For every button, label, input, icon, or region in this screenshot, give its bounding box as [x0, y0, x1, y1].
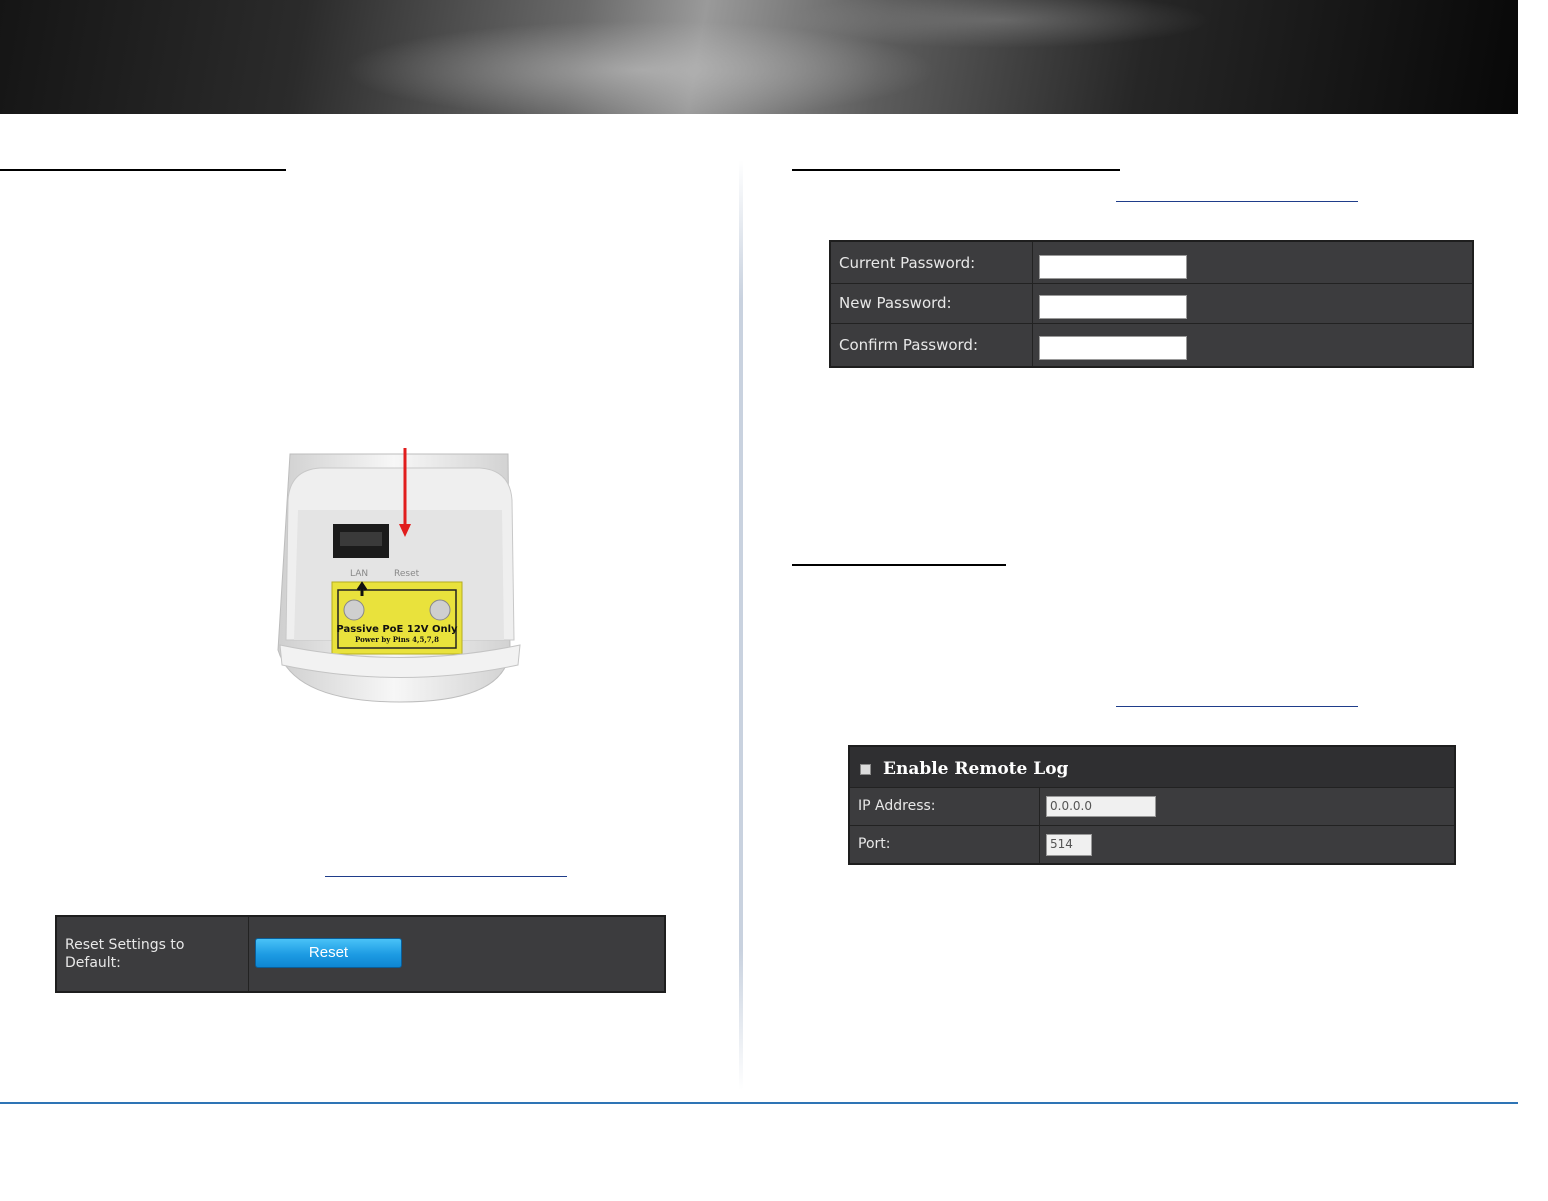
ip-address-label: IP Address: [850, 787, 1040, 825]
port-input[interactable]: 514 [1046, 834, 1092, 856]
current-password-row: Current Password: [831, 242, 1472, 284]
left-heading-underline [0, 169, 286, 171]
reset-button[interactable]: Reset [255, 938, 402, 968]
port-row: Port: 514 [850, 825, 1454, 863]
new-password-row: New Password: [831, 283, 1472, 324]
reset-port-label: Reset [394, 569, 420, 579]
sticker-line1: Passive PoE 12V Only [336, 624, 458, 635]
enable-remote-log-row: Enable Remote Log [850, 747, 1454, 788]
current-password-input[interactable] [1039, 255, 1187, 279]
left-link-underline [325, 876, 567, 877]
new-password-label: New Password: [831, 283, 1033, 323]
ip-address-row: IP Address: 0.0.0.0 [850, 787, 1454, 826]
confirm-password-row: Confirm Password: [831, 323, 1472, 366]
change-password-panel: Current Password: New Password: Confirm … [829, 240, 1474, 368]
current-password-label: Current Password: [831, 242, 1033, 283]
footer-rule [0, 1102, 1518, 1104]
ip-address-input[interactable]: 0.0.0.0 [1046, 796, 1156, 817]
device-photo: LAN Reset Passive PoE 12V Only Power by … [277, 448, 521, 703]
column-divider [739, 160, 743, 1090]
new-password-input[interactable] [1039, 295, 1187, 319]
right-link-underline-1 [1116, 201, 1358, 202]
right-heading-underline-2 [792, 564, 1006, 566]
port-label: Port: [850, 825, 1040, 863]
lan-port-label: LAN [350, 569, 368, 579]
reset-settings-panel: Reset Settings to Default: Reset [55, 915, 666, 993]
confirm-password-label: Confirm Password: [831, 323, 1033, 366]
right-link-underline-2 [1116, 706, 1358, 707]
right-heading-underline-1 [792, 169, 1120, 171]
remote-log-panel: Enable Remote Log IP Address: 0.0.0.0 Po… [848, 745, 1456, 865]
sticker-line2: Power by Pins 4,5,7,8 [355, 635, 439, 644]
enable-remote-log-checkbox[interactable] [860, 764, 871, 775]
enable-remote-log-label: Enable Remote Log [883, 759, 1069, 779]
confirm-password-input[interactable] [1039, 336, 1187, 360]
header-banner [0, 0, 1518, 114]
reset-settings-label: Reset Settings to Default: [57, 917, 249, 991]
